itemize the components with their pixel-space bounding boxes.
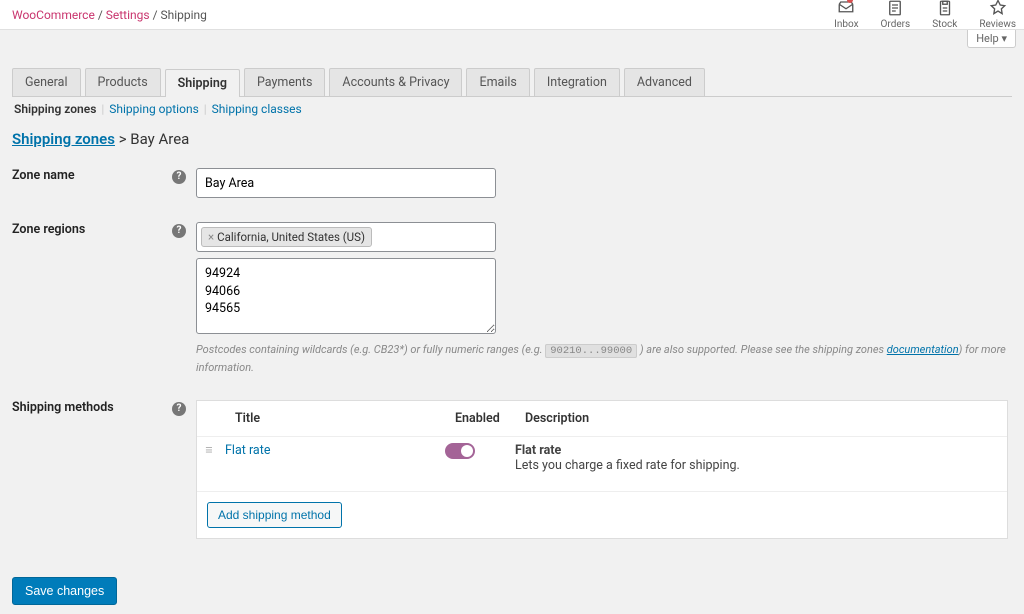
subtab-shipping-options[interactable]: Shipping options (109, 102, 198, 116)
breadcrumb-current: Shipping (161, 8, 207, 22)
save-changes-button[interactable]: Save changes (12, 577, 117, 605)
breadcrumb-woocommerce[interactable]: WooCommerce (12, 8, 95, 22)
col-enabled: Enabled (445, 401, 515, 437)
heading-shipping-zones-link[interactable]: Shipping zones (12, 130, 115, 148)
tab-accounts-privacy[interactable]: Accounts & Privacy (329, 68, 462, 96)
shipping-methods-table: Title Enabled Description ≡ Flat rate (196, 400, 1008, 539)
col-description: Description (515, 401, 1007, 437)
label-zone-regions: Zone regions (12, 222, 85, 237)
help-tab[interactable]: Help ▾ (967, 30, 1016, 48)
add-shipping-method-button[interactable]: Add shipping method (207, 502, 342, 528)
inbox-icon[interactable]: Inbox (834, 0, 858, 30)
top-bar: WooCommerce / Settings / Shipping Inbox … (0, 0, 1024, 30)
tab-general[interactable]: General (12, 68, 81, 96)
remove-token-icon[interactable]: × (208, 230, 214, 244)
tab-products[interactable]: Products (85, 68, 161, 96)
help-icon[interactable]: ? (172, 170, 186, 184)
method-row: ≡ Flat rate Flat rate Lets you charge a … (197, 437, 1007, 492)
stock-icon[interactable]: Stock (932, 0, 957, 30)
zone-name-input[interactable] (196, 168, 496, 198)
tab-emails[interactable]: Emails (466, 68, 529, 96)
admin-icons: Inbox Orders Stock Reviews (834, 0, 1016, 30)
postcodes-textarea[interactable] (196, 258, 496, 334)
page-heading: Shipping zones > Bay Area (12, 130, 1012, 148)
label-shipping-methods: Shipping methods (12, 400, 114, 415)
help-icon[interactable]: ? (172, 224, 186, 238)
col-title: Title (225, 401, 445, 437)
subtab-shipping-zones[interactable]: Shipping zones (14, 102, 96, 116)
help-icon[interactable]: ? (172, 402, 186, 416)
breadcrumb: WooCommerce / Settings / Shipping (12, 8, 207, 22)
tab-payments[interactable]: Payments (244, 68, 325, 96)
reviews-icon[interactable]: Reviews (979, 0, 1016, 30)
shipping-subtabs: Shipping zones | Shipping options | Ship… (12, 97, 1012, 126)
tab-shipping[interactable]: Shipping (165, 69, 240, 97)
breadcrumb-settings[interactable]: Settings (106, 8, 150, 22)
label-zone-name: Zone name (12, 168, 75, 183)
heading-current-zone: Bay Area (130, 130, 189, 148)
subtab-shipping-classes[interactable]: Shipping classes (212, 102, 302, 116)
settings-tabs: General Products Shipping Payments Accou… (12, 68, 1012, 97)
drag-handle-icon[interactable]: ≡ (205, 443, 212, 458)
tab-integration[interactable]: Integration (534, 68, 620, 96)
method-desc-body: Lets you charge a fixed rate for shippin… (515, 458, 740, 473)
tab-advanced[interactable]: Advanced (624, 68, 705, 96)
method-enabled-toggle[interactable] (445, 443, 475, 459)
region-token[interactable]: ×California, United States (US) (201, 227, 372, 247)
documentation-link[interactable]: documentation (887, 343, 959, 356)
zone-regions-select[interactable]: ×California, United States (US) (196, 222, 496, 252)
postcodes-hint: Postcodes containing wildcards (e.g. CB2… (196, 342, 1008, 376)
method-desc-title: Flat rate (515, 443, 561, 458)
method-title-link[interactable]: Flat rate (225, 443, 270, 458)
orders-icon[interactable]: Orders (881, 0, 911, 30)
